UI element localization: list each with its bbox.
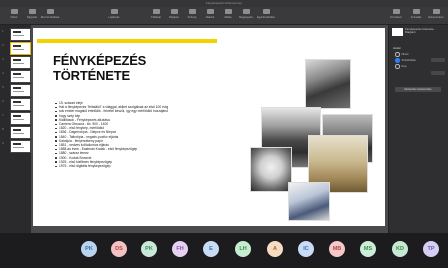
text-icon xyxy=(188,9,196,14)
participant-avatar[interactable]: DS xyxy=(111,241,127,257)
meeting-participants-bar xyxy=(0,233,448,268)
slide-title-line: FÉNYKÉPEZÉS xyxy=(53,53,147,68)
shape-icon xyxy=(206,9,214,14)
view-button[interactable]: Nézet xyxy=(4,9,24,19)
participant-avatar[interactable]: LH xyxy=(235,241,251,257)
slide[interactable]: FÉNYKÉPEZÉS TÖRTÉNETE 15. század eleje H… xyxy=(33,28,385,226)
table-icon xyxy=(152,9,160,14)
participant-avatar[interactable]: PK xyxy=(81,241,97,257)
window-title: Fényképezés története.key xyxy=(205,1,243,5)
background-heading: Háttér xyxy=(393,46,402,50)
shape-button[interactable]: Alakzat xyxy=(200,9,220,19)
slide-thumbnail[interactable] xyxy=(10,84,31,97)
comment-icon xyxy=(242,9,250,14)
participant-avatar[interactable]: E xyxy=(203,241,219,257)
photo-rooftop[interactable] xyxy=(305,59,351,109)
participant-avatar[interactable]: TP xyxy=(423,241,439,257)
slide-thumbnail[interactable] xyxy=(10,140,31,153)
background-dropdown[interactable] xyxy=(431,71,445,75)
slide-number: 6 xyxy=(2,99,4,103)
participant-avatar[interactable]: MS xyxy=(360,241,376,257)
slide-thumbnail[interactable] xyxy=(10,112,31,125)
text-button[interactable]: Szöveg xyxy=(182,9,202,19)
slide-thumbnail[interactable] xyxy=(10,28,31,41)
zoom-button[interactable]: Nagyítás xyxy=(22,9,42,19)
background-option-image[interactable]: Kép xyxy=(395,64,406,69)
collaborate-button[interactable]: Együttműködés xyxy=(256,9,276,19)
animate-icon xyxy=(412,9,420,14)
media-button[interactable]: Média xyxy=(218,9,238,19)
photo-chair[interactable] xyxy=(288,182,330,221)
format-button[interactable]: Formátum xyxy=(386,9,406,19)
participant-avatar[interactable]: IC xyxy=(298,241,314,257)
background-option-none[interactable]: Nincs xyxy=(395,52,409,57)
chart-icon xyxy=(170,9,178,14)
participant-avatar[interactable]: PK xyxy=(141,241,157,257)
color-picker[interactable] xyxy=(431,58,445,62)
layout-thumbnail[interactable] xyxy=(392,28,403,36)
slide-number: 1 xyxy=(2,29,4,33)
participant-avatar[interactable]: FH xyxy=(172,241,188,257)
participant-avatar[interactable]: KD xyxy=(392,241,408,257)
slide-thumbnail[interactable] xyxy=(10,56,31,69)
play-icon xyxy=(110,9,118,14)
document-icon xyxy=(432,9,440,14)
slide-thumbnail[interactable] xyxy=(10,98,31,111)
sidebar-icon xyxy=(10,9,18,14)
photo-baby-portrait[interactable] xyxy=(250,147,292,192)
slide-number: 5 xyxy=(2,85,4,89)
add-slide-button[interactable]: Dia hozzáadása xyxy=(40,9,60,19)
slide-number: 7 xyxy=(2,113,4,117)
participant-avatar[interactable]: MB xyxy=(329,241,345,257)
background-option-color[interactable]: Színkitöltés xyxy=(395,58,416,63)
media-icon xyxy=(224,9,232,14)
plus-icon xyxy=(46,9,54,14)
title-bar: Fényképezés története.key xyxy=(0,0,448,15)
bullet-list[interactable]: 15. század eleje Hat a fényképezés "felt… xyxy=(55,101,225,168)
slide-number: 3 xyxy=(2,57,4,61)
bullet-item: 1975 - első digitális fényképezőgép xyxy=(55,164,225,168)
slide-thumbnail[interactable] xyxy=(10,126,31,139)
slide-number: 9 xyxy=(2,141,4,145)
slide-layout-label: Fényképezés története - Diagram xyxy=(405,27,436,35)
slide-thumbnail[interactable] xyxy=(10,70,31,83)
comment-button[interactable]: Megjegyzés xyxy=(236,9,256,19)
slide-thumbnail-selected[interactable] xyxy=(10,42,31,55)
edit-master-button[interactable]: Mesterdia szerkesztése xyxy=(395,87,441,92)
format-inspector: Fényképezés története - Diagram Háttér N… xyxy=(388,25,448,233)
participant-avatar[interactable]: A xyxy=(267,241,283,257)
slide-title-line: TÖRTÉNETE xyxy=(53,68,130,83)
toolbar: Nézet Nagyítás Dia hozzáadása Lejátszás … xyxy=(0,7,448,25)
document-button[interactable]: Dokumentum xyxy=(426,9,446,19)
slide-number: 4 xyxy=(2,71,4,75)
collaborate-icon xyxy=(262,9,270,14)
format-icon xyxy=(392,9,400,14)
play-button[interactable]: Lejátszás xyxy=(104,9,124,19)
slide-title[interactable]: FÉNYKÉPEZÉS TÖRTÉNETE xyxy=(53,53,146,83)
table-button[interactable]: Táblázat xyxy=(146,9,166,19)
yellow-accent-bar xyxy=(37,39,217,43)
chart-button[interactable]: Diagram xyxy=(164,9,184,19)
slide-number: 2 xyxy=(2,43,4,47)
animate-button[interactable]: Animálás xyxy=(406,9,426,19)
slide-number: 8 xyxy=(2,127,4,131)
zoom-icon xyxy=(28,9,36,14)
slide-navigator: 1 2 3 4 5 6 7 8 9 xyxy=(0,25,31,233)
